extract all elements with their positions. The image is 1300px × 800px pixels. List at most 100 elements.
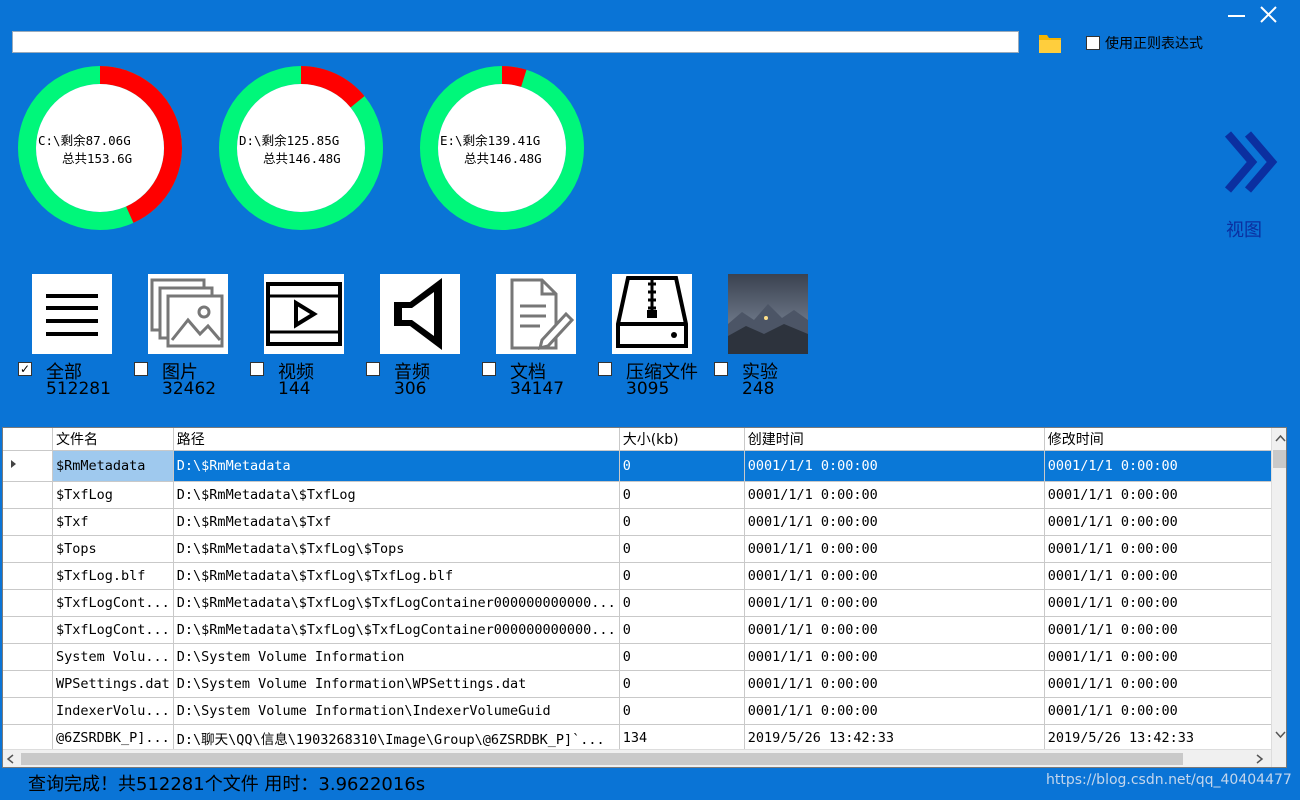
row-header[interactable] [3,670,53,698]
column-header-created[interactable]: 创建时间 [744,428,1045,451]
cell-created[interactable]: 0001/1/1 0:00:00 [744,508,1045,536]
cell-created[interactable]: 0001/1/1 0:00:00 [744,589,1045,617]
cell-path[interactable]: D:\$RmMetadata\$TxfLog [173,481,620,509]
browse-folder-button[interactable] [1037,30,1063,56]
category-checkbox[interactable] [482,362,496,376]
category-video[interactable]: 视频 144 [250,274,366,404]
category-checkbox[interactable] [714,362,728,376]
cell-path[interactable]: D:\$RmMetadata\$TxfLog\$TxfLog.blf [173,562,620,590]
category-tile[interactable] [264,274,344,354]
cell-modified[interactable]: 0001/1/1 0:00:00 [1044,643,1276,671]
row-header[interactable] [3,508,53,536]
category-checkbox[interactable] [366,362,380,376]
row-header[interactable] [3,643,53,671]
row-header[interactable] [3,535,53,563]
cell-created[interactable]: 0001/1/1 0:00:00 [744,616,1045,644]
cell-name[interactable]: IndexerVolu... [52,697,174,725]
cell-path[interactable]: D:\System Volume Information [173,643,620,671]
row-header[interactable] [3,589,53,617]
table-row[interactable]: $Tops D:\$RmMetadata\$TxfLog\$Tops 0 0001/1… [3,535,1276,563]
cell-created[interactable]: 0001/1/1 0:00:00 [744,535,1045,563]
category-audio[interactable]: 音频 306 [366,274,482,404]
cell-path[interactable]: D:\$RmMetadata\$TxfLog\$TxfLogContainer0… [173,589,620,617]
regex-checkbox[interactable] [1086,36,1100,50]
table-row[interactable]: @6ZSRDBK_P]... D:\聊天\QQ\信息\1903268310\Ima… [3,724,1276,752]
category-checkbox[interactable] [134,362,148,376]
cell-name[interactable]: $TxfLog.blf [52,562,174,590]
row-header[interactable] [3,697,53,725]
category-all[interactable]: ✓ 全部 512281 [18,274,134,404]
table-row[interactable]: $TxfLog D:\$RmMetadata\$TxfLog 0 0001/1/1 0… [3,481,1276,509]
cell-created[interactable]: 0001/1/1 0:00:00 [744,450,1045,482]
cell-size[interactable]: 0 [619,481,745,509]
cell-name[interactable]: WPSettings.dat [52,670,174,698]
cell-name[interactable]: $RmMetadata [52,450,174,482]
cell-modified[interactable]: 0001/1/1 0:00:00 [1044,697,1276,725]
row-header[interactable] [3,450,53,482]
cell-size[interactable]: 0 [619,450,745,482]
cell-size[interactable]: 0 [619,670,745,698]
cell-name[interactable]: $Txf [52,508,174,536]
cell-size[interactable]: 0 [619,535,745,563]
table-row[interactable]: WPSettings.dat D:\System Volume Informati… [3,670,1276,698]
cell-modified[interactable]: 0001/1/1 0:00:00 [1044,508,1276,536]
cell-size[interactable]: 0 [619,643,745,671]
cell-size[interactable]: 0 [619,508,745,536]
category-tile[interactable] [380,274,460,354]
cell-path[interactable]: D:\$RmMetadata\$Txf [173,508,620,536]
cell-modified[interactable]: 0001/1/1 0:00:00 [1044,589,1276,617]
table-row[interactable]: $TxfLog.blf D:\$RmMetadata\$TxfLog\$TxfLo… [3,562,1276,590]
search-input[interactable] [12,31,1019,53]
minimize-button[interactable] [1224,2,1250,26]
cell-created[interactable]: 0001/1/1 0:00:00 [744,643,1045,671]
cell-path[interactable]: D:\$RmMetadata\$TxfLog\$TxfLogContainer0… [173,616,620,644]
cell-name[interactable]: $Tops [52,535,174,563]
category-experiment[interactable]: 实验 248 [714,274,830,404]
category-tile[interactable] [32,274,112,354]
cell-modified[interactable]: 0001/1/1 0:00:00 [1044,535,1276,563]
category-checkbox[interactable]: ✓ [18,362,32,376]
category-tile[interactable] [148,274,228,354]
cell-name[interactable]: $TxfLog [52,481,174,509]
cell-path[interactable]: D:\$RmMetadata\$TxfLog\$Tops [173,535,620,563]
cell-modified[interactable]: 0001/1/1 0:00:00 [1044,562,1276,590]
row-header[interactable] [3,724,53,752]
cell-path[interactable]: D:\$RmMetadata [173,450,620,482]
cell-modified[interactable]: 0001/1/1 0:00:00 [1044,450,1276,482]
cell-created[interactable]: 0001/1/1 0:00:00 [744,670,1045,698]
category-tile[interactable] [496,274,576,354]
cell-created[interactable]: 0001/1/1 0:00:00 [744,481,1045,509]
table-row[interactable]: $TxfLogCont... D:\$RmMetadata\$TxfLog\$Tx… [3,589,1276,617]
regex-option[interactable]: 使用正则表达式 [1086,33,1203,53]
cell-size[interactable]: 0 [619,616,745,644]
view-button[interactable]: 视图 [1212,124,1288,242]
vertical-scrollbar[interactable] [1271,428,1286,767]
close-button[interactable] [1256,2,1282,26]
column-header-size[interactable]: 大小(kb) [619,428,745,451]
category-checkbox[interactable] [598,362,612,376]
table-row[interactable]: $TxfLogCont... D:\$RmMetadata\$TxfLog\$Tx… [3,616,1276,644]
column-header-path[interactable]: 路径 [173,428,620,451]
cell-size[interactable]: 0 [619,562,745,590]
cell-name[interactable]: System Volu... [52,643,174,671]
cell-size[interactable]: 0 [619,697,745,725]
cell-created[interactable]: 0001/1/1 0:00:00 [744,562,1045,590]
table-row[interactable]: System Volu... D:\System Volume Informati… [3,643,1276,671]
category-images[interactable]: 图片 32462 [134,274,250,404]
category-tile[interactable] [728,274,808,354]
horizontal-scrollbar[interactable] [3,749,1271,767]
cell-created[interactable]: 2019/5/26 13:42:33 [744,724,1045,752]
cell-modified[interactable]: 2019/5/26 13:42:33 [1044,724,1276,752]
column-header-modified[interactable]: 修改时间 [1044,428,1276,451]
cell-path[interactable]: D:\System Volume Information\IndexerVolu… [173,697,620,725]
category-documents[interactable]: 文档 34147 [482,274,598,404]
row-header[interactable] [3,562,53,590]
cell-size[interactable]: 134 [619,724,745,752]
table-row[interactable]: $Txf D:\$RmMetadata\$Txf 0 0001/1/1 0:00:00… [3,508,1276,536]
cell-name[interactable]: @6ZSRDBK_P]... [52,724,174,752]
table-row[interactable]: $RmMetadata D:\$RmMetadata 0 0001/1/1 0:00:… [3,450,1276,482]
cell-modified[interactable]: 0001/1/1 0:00:00 [1044,670,1276,698]
category-tile[interactable] [612,274,692,354]
results-table[interactable]: 文件名 路径 大小(kb) 创建时间 修改时间 $RmMetadata D:\$R… [2,427,1287,768]
cell-size[interactable]: 0 [619,589,745,617]
